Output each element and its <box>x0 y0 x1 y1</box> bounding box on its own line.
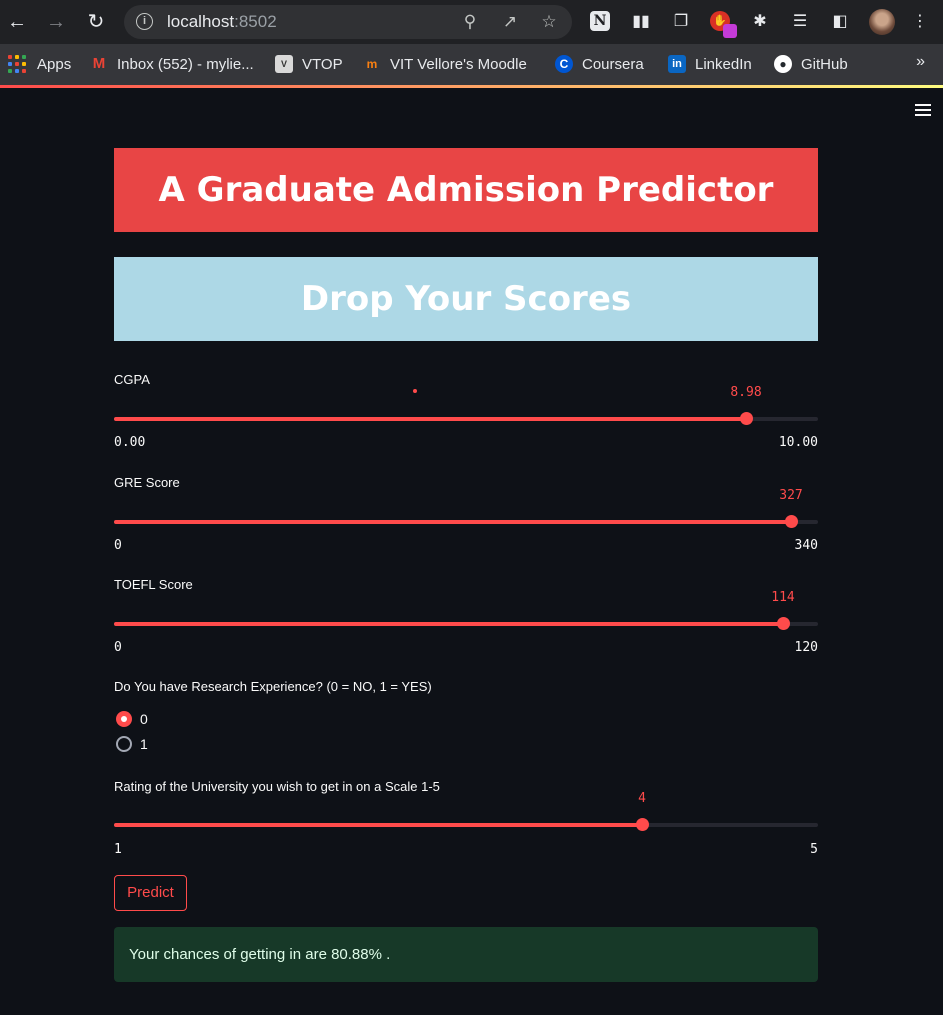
side-panel-icon[interactable]: ◧ <box>829 11 851 33</box>
radio-unselected-icon[interactable] <box>116 736 132 752</box>
media-queue-icon[interactable]: ☰ <box>789 11 811 33</box>
research-label: Do You have Research Experience? (0 = NO… <box>114 679 432 694</box>
bookmarks-bar: Apps M Inbox (552) - mylie... V VTOP m V… <box>0 44 943 85</box>
bookmark-gmail[interactable]: M Inbox (552) - mylie... <box>90 54 254 74</box>
slider-thumb[interactable] <box>740 412 753 425</box>
slider-min: 0 <box>114 640 122 655</box>
browser-toolbar: ← → ↻ i localhost:8502 ⚲ ↗ ☆ N ▮▮ ❐ ✋ ✱ … <box>0 0 943 44</box>
slider-thumb[interactable] <box>785 515 798 528</box>
bookmark-github[interactable]: ● GitHub <box>774 54 848 74</box>
slider-max: 340 <box>794 538 818 553</box>
slider-thumb[interactable] <box>636 818 649 831</box>
site-info-icon[interactable]: i <box>136 13 153 30</box>
research-option-1[interactable]: 1 <box>116 736 148 752</box>
vtop-icon: V <box>275 55 293 73</box>
toefl-label: TOEFL Score <box>114 577 193 592</box>
slider-value: 327 <box>779 488 803 503</box>
prediction-result: Your chances of getting in are 80.88% . <box>114 927 818 982</box>
gre-label: GRE Score <box>114 475 180 490</box>
bookmark-coursera[interactable]: C Coursera <box>555 54 644 74</box>
address-bar[interactable]: i localhost:8502 ⚲ ↗ ☆ <box>124 5 572 39</box>
slider-max: 5 <box>810 842 818 857</box>
share-icon[interactable]: ↗ <box>499 11 521 33</box>
slider-min: 1 <box>114 842 122 857</box>
radio-label: 1 <box>140 736 148 752</box>
research-option-0[interactable]: 0 <box>116 711 148 727</box>
section-heading: Drop Your Scores <box>114 257 818 341</box>
rating-slider[interactable]: 4 <box>114 791 818 835</box>
bookmark-label: VIT Vellore's Moodle <box>390 55 527 73</box>
bookmark-vtop[interactable]: V VTOP <box>275 54 343 74</box>
bookmark-label: Inbox (552) - mylie... <box>117 55 254 73</box>
slider-fill <box>114 417 746 421</box>
toefl-slider[interactable]: 114 <box>114 590 818 634</box>
bookmark-label: GitHub <box>801 55 848 73</box>
url-text[interactable]: localhost:8502 <box>167 12 277 32</box>
zoom-icon[interactable]: ⚲ <box>459 11 481 33</box>
apps-grid-icon <box>8 55 26 73</box>
slider-thumb[interactable] <box>777 617 790 630</box>
profile-avatar[interactable] <box>869 9 895 35</box>
hamburger-menu-icon[interactable] <box>915 104 933 118</box>
slider-min: 0 <box>114 538 122 553</box>
moodle-icon: m <box>366 57 378 71</box>
radio-selected-icon[interactable] <box>116 711 132 727</box>
extension-badge-icon <box>723 24 737 38</box>
slider-value: 114 <box>771 590 795 605</box>
gre-slider[interactable]: 327 <box>114 488 818 532</box>
bookmark-label: Apps <box>37 55 72 73</box>
bookmark-label: LinkedIn <box>695 55 752 73</box>
bookmark-label: Coursera <box>582 55 644 73</box>
linkedin-icon: in <box>668 55 686 73</box>
slider-value: 8.98 <box>730 385 762 400</box>
gmail-icon: M <box>92 55 106 72</box>
bookmark-apps[interactable]: Apps <box>8 54 71 74</box>
cursor-dot <box>413 389 417 393</box>
back-arrow-icon[interactable]: ← <box>4 9 30 35</box>
bookmark-star-icon[interactable]: ☆ <box>538 11 560 33</box>
bookmarks-overflow-icon[interactable]: » <box>916 53 925 71</box>
slider-fill <box>114 823 642 827</box>
slider-fill <box>114 520 791 524</box>
cgpa-slider[interactable]: 8.98 <box>114 385 818 429</box>
reload-icon[interactable]: ↻ <box>83 9 109 35</box>
predict-button[interactable]: Predict <box>114 875 187 911</box>
puzzle-extensions-icon[interactable]: ✱ <box>749 11 771 33</box>
slider-max: 10.00 <box>778 435 818 450</box>
bookmark-label: VTOP <box>302 55 343 73</box>
bookmark-linkedin[interactable]: in LinkedIn <box>668 54 752 74</box>
github-icon: ● <box>774 55 792 73</box>
clipboard-extension-icon[interactable]: ❐ <box>670 11 692 33</box>
slider-fill <box>114 622 783 626</box>
notion-extension-icon[interactable]: N <box>590 11 610 31</box>
rating-label: Rating of the University you wish to get… <box>114 779 440 794</box>
page-title: A Graduate Admission Predictor <box>114 148 818 232</box>
radio-label: 0 <box>140 711 148 727</box>
cgpa-label: CGPA <box>114 372 150 387</box>
reader-extension-icon[interactable]: ▮▮ <box>630 11 652 33</box>
slider-value: 4 <box>638 791 646 806</box>
forward-arrow-icon[interactable]: → <box>43 9 69 35</box>
url-port: :8502 <box>234 12 277 31</box>
url-host: localhost <box>167 12 235 31</box>
slider-min: 0.00 <box>114 435 146 450</box>
slider-max: 120 <box>794 640 818 655</box>
coursera-icon: C <box>555 55 573 73</box>
kebab-menu-icon[interactable]: ⋮ <box>909 11 931 33</box>
bookmark-moodle[interactable]: m VIT Vellore's Moodle <box>363 54 527 74</box>
app-accent-bar <box>0 85 943 88</box>
